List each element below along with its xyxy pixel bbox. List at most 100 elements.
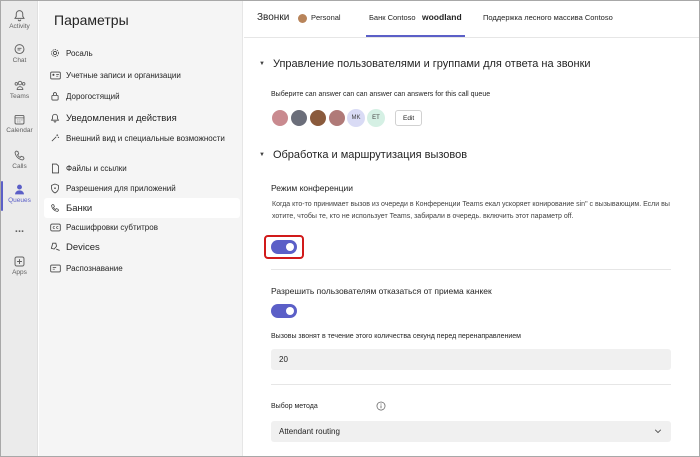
- bell-icon: [14, 10, 25, 22]
- settings-item-calls[interactable]: Банки: [44, 198, 240, 218]
- lock-icon: [44, 91, 66, 101]
- settings-item-label: Учетные записи и организации: [66, 70, 181, 80]
- avatar[interactable]: [271, 109, 289, 127]
- shield-icon: [44, 183, 66, 194]
- recognition-icon: [44, 264, 66, 273]
- settings-item-label: Файлы и ссылки: [66, 163, 127, 173]
- settings-panel: Параметры Росаль Учетные записи и органи…: [39, 1, 243, 456]
- avatar[interactable]: [290, 109, 308, 127]
- divider: [244, 37, 699, 38]
- rail-teams[interactable]: Teams: [1, 79, 38, 113]
- rail-label: Apps: [12, 269, 27, 276]
- rail-label: Activity: [9, 23, 30, 30]
- file-icon: [44, 163, 66, 174]
- rail-label: Queues: [8, 197, 31, 204]
- phone-icon: [14, 150, 25, 161]
- avatar[interactable]: ET: [367, 109, 385, 127]
- conference-mode-description: Когда кто-то принимает вызов из очереди …: [272, 201, 670, 220]
- tab-contoso-bank[interactable]: Банк Contoso: [369, 13, 416, 22]
- tab-woodland[interactable]: woodland: [422, 12, 462, 22]
- rail-calls[interactable]: Calls: [1, 149, 38, 183]
- chevron-down-icon: [654, 429, 662, 434]
- phone-icon: [44, 203, 66, 213]
- section-title: Управление пользователями и группами для…: [272, 58, 591, 70]
- id-card-icon: [44, 71, 66, 80]
- section-manage-users[interactable]: ▼ Управление пользователями и группами д…: [259, 58, 591, 70]
- settings-title: Параметры: [54, 12, 129, 28]
- settings-item-recognition[interactable]: Распознавание: [44, 258, 240, 278]
- rail-queues[interactable]: Queues: [1, 183, 38, 217]
- chevron-down-icon: ▼: [259, 61, 265, 67]
- settings-item-captions[interactable]: Расшифровки субтитров: [44, 217, 240, 237]
- settings-item-accounts[interactable]: Учетные записи и организации: [44, 65, 240, 85]
- tab-bar: Звонки Personal Банк Contoso woodland По…: [244, 1, 699, 38]
- rail-label: Calls: [12, 163, 27, 170]
- routing-method-value: Attendant routing: [279, 427, 340, 436]
- section-call-handling[interactable]: ▼ Обработка и маршрутизация вызовов: [259, 149, 467, 161]
- conference-mode-label: Режим конференции: [271, 183, 354, 193]
- edit-button[interactable]: Edit: [395, 110, 423, 126]
- info-icon[interactable]: [376, 401, 386, 411]
- rail-label: Teams: [9, 93, 30, 100]
- settings-item-label: Банки: [66, 202, 93, 214]
- chat-icon: [14, 44, 25, 55]
- settings-item-label: Дорогостящий: [66, 91, 120, 101]
- avatar[interactable]: [309, 109, 327, 127]
- avatar[interactable]: MK: [347, 109, 365, 127]
- settings-item-label: Уведомления и действия: [66, 112, 177, 124]
- section-description: Выберите can answer can can answer can a…: [271, 91, 491, 98]
- settings-item-label: Devices: [66, 241, 100, 253]
- settings-item-label: Внешний вид и специальные возможности: [66, 133, 225, 143]
- routing-method-label: Выбор метода: [271, 403, 318, 410]
- settings-item-label: Разрешения для приложений: [66, 183, 176, 193]
- settings-item-app-permissions[interactable]: Разрешения для приложений: [44, 178, 240, 198]
- tab-calls[interactable]: Звонки: [257, 12, 289, 23]
- opt-out-toggle[interactable]: [271, 304, 297, 318]
- settings-item-label: Распознавание: [66, 263, 123, 273]
- settings-item-files[interactable]: Файлы и ссылки: [44, 158, 240, 178]
- app-rail: Activity Chat Teams Calendar Calls Queue…: [1, 1, 38, 456]
- rail-activity[interactable]: Activity: [1, 9, 38, 43]
- rail-chat[interactable]: Chat: [1, 43, 38, 77]
- section-title: Обработка и маршрутизация вызовов: [272, 149, 468, 161]
- agents-avatar-list: MK ET Edit: [271, 109, 423, 127]
- conference-mode-toggle[interactable]: [271, 240, 297, 254]
- rail-label: Calendar: [6, 127, 33, 134]
- avatar[interactable]: [328, 109, 346, 127]
- ring-seconds-label: Вызовы звонят в течение этого количества…: [271, 333, 521, 340]
- tab-personal[interactable]: Personal: [311, 13, 341, 22]
- settings-item-notifications[interactable]: Уведомления и действия: [44, 108, 240, 128]
- opt-out-label: Разрешить пользователям отказаться от пр…: [271, 286, 492, 296]
- rail-apps[interactable]: Apps: [1, 255, 38, 289]
- chevron-down-icon: ▼: [259, 152, 265, 158]
- routing-method-select[interactable]: Attendant routing: [271, 421, 671, 442]
- bell-icon: [44, 113, 66, 123]
- settings-item-general[interactable]: Росаль: [44, 43, 240, 63]
- avatar: [298, 14, 307, 23]
- wand-icon: [44, 133, 66, 143]
- ring-seconds-input[interactable]: 20: [271, 349, 671, 370]
- divider: [271, 269, 671, 270]
- queues-icon: [15, 184, 24, 195]
- calendar-icon: [14, 114, 25, 125]
- rail-more[interactable]: ...: [1, 223, 38, 239]
- rail-label: Chat: [12, 57, 27, 64]
- main-content: Звонки Personal Банк Contoso woodland По…: [244, 1, 699, 456]
- toggle-knob: [286, 307, 294, 315]
- people-icon: [14, 80, 25, 91]
- settings-item-appearance[interactable]: Внешний вид и специальные возможности: [44, 128, 240, 148]
- rail-calendar[interactable]: Calendar: [1, 113, 38, 147]
- plus-box-icon: [14, 256, 25, 267]
- settings-item-devices[interactable]: Devices: [44, 237, 240, 257]
- gear-icon: [44, 48, 66, 58]
- tab-contoso-woodland-support[interactable]: Поддержка лесного массива Contoso: [483, 13, 613, 22]
- more-icon: ...: [14, 223, 25, 235]
- divider: [271, 384, 671, 385]
- settings-item-label: Расшифровки субтитров: [66, 222, 158, 232]
- teams-window: Activity Chat Teams Calendar Calls Queue…: [0, 0, 700, 457]
- settings-item-label: Росаль: [66, 48, 93, 58]
- devices-icon: [44, 242, 66, 252]
- captions-icon: [44, 223, 66, 232]
- settings-item-privacy[interactable]: Дорогостящий: [44, 86, 240, 106]
- ring-seconds-value: 20: [279, 355, 288, 364]
